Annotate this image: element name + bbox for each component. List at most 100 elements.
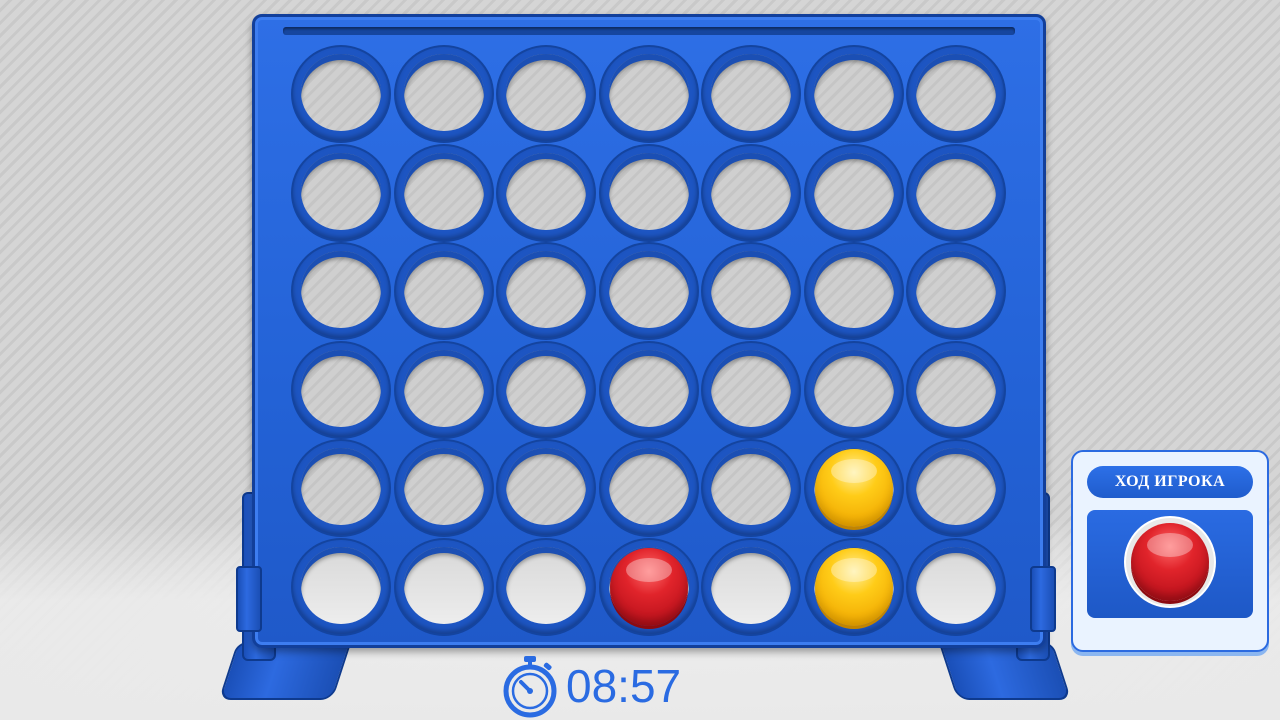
yellow-disc — [814, 547, 893, 626]
stopwatch-icon — [503, 656, 557, 718]
current-player-disc — [1131, 523, 1209, 601]
board-cell[interactable] — [600, 441, 697, 535]
board-cell[interactable] — [703, 342, 799, 437]
board-cell[interactable] — [498, 441, 594, 535]
board-grid — [293, 47, 1005, 635]
turn-panel: ХОД ИГРОКА — [1071, 450, 1269, 652]
board-hole — [916, 251, 996, 328]
board-hole — [711, 349, 791, 427]
board-stand-left-foot — [218, 642, 352, 700]
board-cell[interactable] — [703, 539, 799, 634]
board-cell[interactable] — [498, 145, 594, 240]
board-hole — [301, 251, 381, 328]
board-cell[interactable] — [600, 342, 697, 437]
game-timer: 08:57 — [500, 654, 720, 718]
timer-value: 08:57 — [566, 660, 682, 712]
board-cell[interactable] — [293, 539, 389, 634]
board-hole — [506, 546, 586, 624]
board-hole — [301, 448, 381, 525]
board-cell[interactable] — [805, 47, 902, 141]
board-hole — [711, 54, 791, 131]
board-hole — [916, 54, 996, 131]
board-cell[interactable] — [600, 539, 697, 634]
board-cell[interactable] — [600, 244, 697, 338]
board-cell[interactable] — [395, 539, 492, 634]
board-cell[interactable] — [703, 244, 799, 338]
board-hole — [608, 448, 689, 525]
board-hole — [813, 152, 894, 230]
board-hole — [403, 54, 484, 131]
board-hole — [813, 349, 894, 427]
board-cell[interactable] — [395, 441, 492, 535]
yellow-disc — [814, 449, 893, 527]
board-hole — [608, 251, 689, 328]
current-player-disc-holder — [1126, 518, 1214, 606]
board-hole — [711, 546, 791, 624]
board-hole — [711, 448, 791, 525]
board-hole — [403, 546, 484, 624]
board-cell[interactable] — [908, 539, 1004, 634]
red-disc — [609, 547, 688, 626]
board-cell[interactable] — [805, 342, 902, 437]
board-cell[interactable] — [703, 47, 799, 141]
board-hole — [711, 152, 791, 230]
board-cell[interactable] — [908, 47, 1004, 141]
board-cell[interactable] — [395, 342, 492, 437]
game-board — [252, 14, 1046, 648]
board-hole — [403, 152, 484, 230]
current-player-box — [1087, 510, 1253, 618]
board-cell[interactable] — [498, 244, 594, 338]
board-hole — [916, 349, 996, 427]
board-hole — [506, 349, 586, 427]
board-cell[interactable] — [703, 441, 799, 535]
game-board-assembly — [218, 14, 1072, 704]
board-cell[interactable] — [908, 244, 1004, 338]
board-cell[interactable] — [395, 145, 492, 240]
board-stand-left-clip — [236, 566, 262, 632]
board-cell[interactable] — [293, 342, 389, 437]
board-hole — [506, 251, 586, 328]
board-cell[interactable] — [293, 145, 389, 240]
board-hole — [813, 251, 894, 328]
board-cell[interactable] — [600, 145, 697, 240]
board-cell[interactable] — [293, 47, 389, 141]
board-hole — [916, 152, 996, 230]
board-cell[interactable] — [908, 441, 1004, 535]
board-cell[interactable] — [498, 47, 594, 141]
board-stand-right-clip — [1030, 566, 1056, 632]
board-hole — [301, 152, 381, 230]
board-cell[interactable] — [908, 342, 1004, 437]
drop-slot-bar — [283, 27, 1015, 35]
board-cell[interactable] — [498, 539, 594, 634]
board-cell[interactable] — [805, 539, 902, 634]
board-hole — [506, 152, 586, 230]
board-hole — [403, 349, 484, 427]
board-hole — [301, 546, 381, 624]
board-hole — [813, 54, 894, 131]
turn-label: ХОД ИГРОКА — [1087, 466, 1253, 498]
board-hole — [608, 152, 689, 230]
board-stand-right-foot — [938, 642, 1072, 700]
board-cell[interactable] — [395, 244, 492, 338]
board-hole — [506, 448, 586, 525]
board-cell[interactable] — [703, 145, 799, 240]
board-cell[interactable] — [908, 145, 1004, 240]
board-cell[interactable] — [293, 244, 389, 338]
board-hole — [403, 251, 484, 328]
board-hole — [711, 251, 791, 328]
board-cell[interactable] — [600, 47, 697, 141]
board-hole — [916, 448, 996, 525]
board-hole — [506, 54, 586, 131]
board-hole — [608, 349, 689, 427]
board-hole — [916, 546, 996, 624]
board-hole — [301, 349, 381, 427]
board-cell[interactable] — [498, 342, 594, 437]
board-hole — [403, 448, 484, 525]
board-hole — [301, 54, 381, 131]
board-cell[interactable] — [805, 145, 902, 240]
board-cell[interactable] — [293, 441, 389, 535]
board-hole — [608, 54, 689, 131]
board-cell[interactable] — [805, 244, 902, 338]
board-cell[interactable] — [805, 441, 902, 535]
board-cell[interactable] — [395, 47, 492, 141]
